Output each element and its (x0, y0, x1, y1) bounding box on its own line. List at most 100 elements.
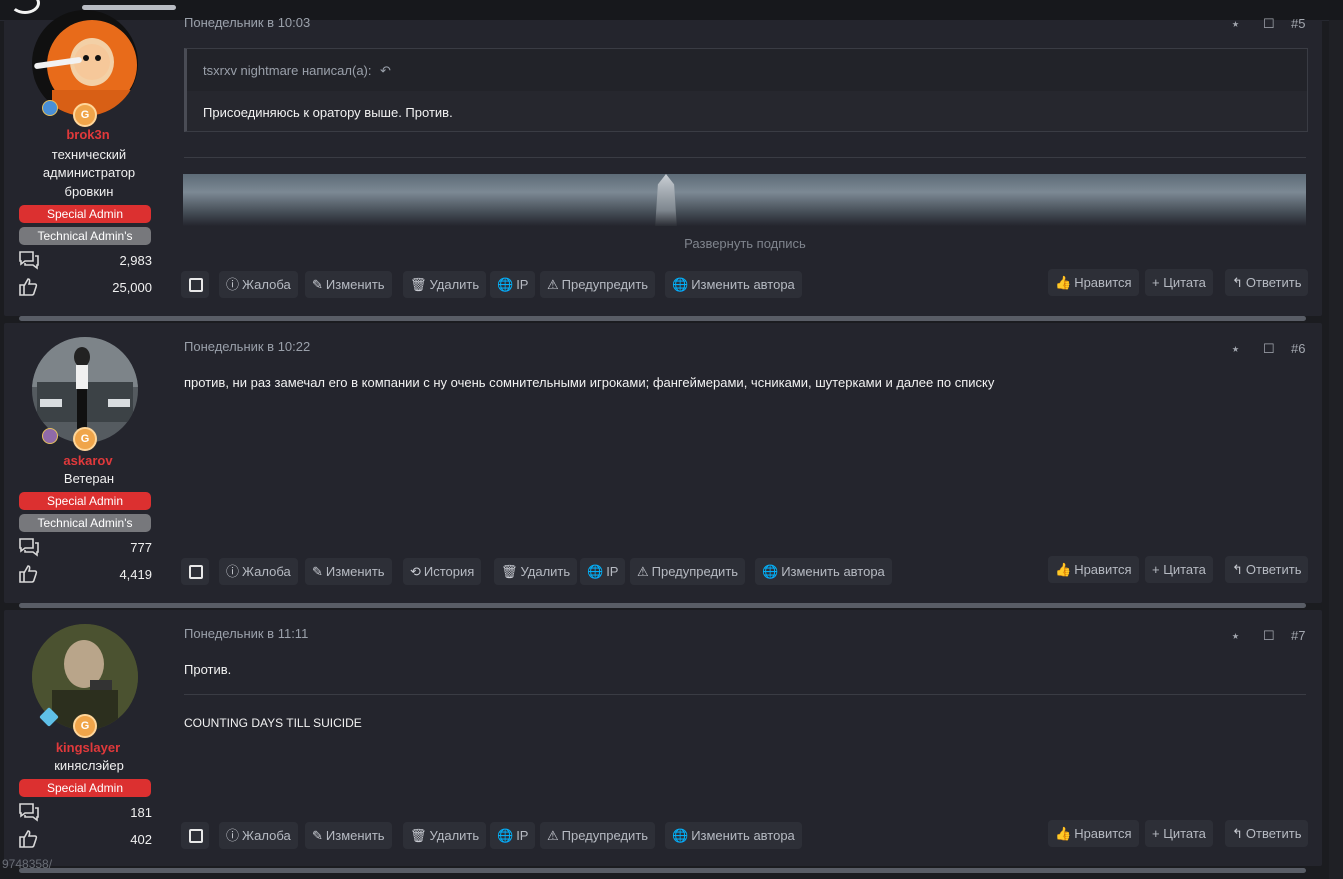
share-icon[interactable]: ⭑ (1232, 341, 1239, 357)
post-separator (19, 316, 1306, 321)
expand-signature-link[interactable]: Развернуть подпись (184, 236, 1306, 251)
globe-icon: 🌐 (672, 277, 689, 292)
button-label: + Цитата (1152, 826, 1206, 841)
tower-shape (655, 174, 677, 226)
quote-button[interactable]: + Цитата (1145, 820, 1213, 847)
username[interactable]: askarov (4, 453, 172, 468)
select-post-checkbox[interactable] (181, 558, 209, 585)
messages-icon (19, 538, 39, 557)
message-count-value: 777 (130, 540, 152, 555)
message-count: 777 (18, 536, 152, 558)
button-label: Удалить (429, 828, 480, 843)
username[interactable]: kingslayer (4, 740, 172, 755)
pencil-icon: ✎ (312, 564, 323, 579)
alert-circle-icon: ⓘ (226, 828, 240, 843)
thumbs-up-icon (19, 278, 38, 296)
quote-button[interactable]: + Цитата (1145, 269, 1213, 296)
delete-button[interactable]: 🗑 Удалить (494, 558, 578, 585)
history-button[interactable]: ⟲ История (403, 558, 482, 585)
like-button[interactable]: 👍 Нравится (1048, 269, 1139, 296)
ip-button[interactable]: 🌐 IP (490, 271, 536, 298)
username[interactable]: brok3n (4, 127, 172, 142)
button-label: Предупредить (561, 277, 649, 292)
role-badge: Technical Admin's (19, 227, 151, 245)
avatar-g-badge: G (73, 427, 97, 451)
warn-button[interactable]: ⚠ Предупредить (630, 558, 746, 585)
change-author-button[interactable]: 🌐 Изменить автора (665, 271, 802, 298)
messages-icon (19, 251, 39, 270)
page-scrollbar[interactable] (1329, 20, 1343, 879)
bookmark-icon[interactable]: ☐ (1263, 341, 1275, 357)
button-label: Изменить (325, 277, 385, 292)
delete-button[interactable]: 🗑 Удалить (403, 271, 487, 298)
ip-button[interactable]: 🌐 IP (490, 822, 536, 849)
warn-button[interactable]: ⚠ Предупредить (540, 271, 656, 298)
warn-button[interactable]: ⚠ Предупредить (540, 822, 656, 849)
button-label: Жалоба (242, 828, 291, 843)
post-number[interactable]: #7 (1291, 628, 1305, 643)
button-label: Предупредить (651, 564, 739, 579)
warning-triangle-icon: ⚠ (637, 564, 649, 579)
report-button[interactable]: ⓘ Жалоба (219, 558, 298, 585)
share-icon[interactable]: ⭑ (1232, 628, 1239, 644)
user-title-line: Ветеран (63, 471, 115, 486)
edit-button[interactable]: ✎ Изменить (305, 271, 392, 298)
post-number[interactable]: #6 (1291, 341, 1305, 356)
select-post-checkbox[interactable] (181, 271, 209, 298)
quote-button[interactable]: + Цитата (1145, 556, 1213, 583)
like-count-value: 4,419 (119, 567, 152, 582)
reply-button[interactable]: ↰ Ответить (1225, 556, 1309, 583)
reply-button[interactable]: ↰ Ответить (1225, 269, 1309, 296)
bookmark-icon[interactable]: ☐ (1263, 628, 1275, 644)
button-label: IP (516, 277, 529, 292)
report-button[interactable]: ⓘ Жалоба (219, 822, 298, 849)
quote-author: tsxrxv nightmare написал(а): (203, 63, 372, 78)
medal-badge-icon (42, 428, 58, 444)
like-count-value: 402 (130, 832, 152, 847)
edit-button[interactable]: ✎ Изменить (305, 558, 392, 585)
like-button[interactable]: 👍 Нравится (1048, 556, 1139, 583)
like-count-value: 25,000 (112, 280, 152, 295)
button-label: + Цитата (1152, 562, 1206, 577)
post-7-user: G kingslayer киняслэйер Special Admin 18… (4, 610, 172, 866)
post-date[interactable]: Понедельник в 10:03 (184, 15, 310, 30)
post-number[interactable]: #5 (1291, 16, 1305, 31)
progress-bar (82, 5, 176, 10)
button-label: Нравится (1074, 275, 1132, 290)
post-date[interactable]: Понедельник в 11:11 (184, 626, 308, 641)
like-count: 25,000 (18, 276, 152, 298)
reply-icon: ↰ (1232, 562, 1243, 577)
quote-header[interactable]: tsxrxv nightmare написал(а): ↶ (187, 49, 1307, 91)
post-5: G brok3n технический администратор бровк… (4, 10, 1322, 316)
like-button[interactable]: 👍 Нравится (1048, 820, 1139, 847)
bookmark-icon[interactable]: ☐ (1263, 16, 1275, 32)
change-author-button[interactable]: 🌐 Изменить автора (665, 822, 802, 849)
report-button[interactable]: ⓘ Жалоба (219, 271, 298, 298)
post-date[interactable]: Понедельник в 10:22 (184, 339, 310, 354)
history-icon: ⟲ (410, 564, 421, 579)
change-author-button[interactable]: 🌐 Изменить автора (755, 558, 892, 585)
reply-button[interactable]: ↰ Ответить (1225, 820, 1309, 847)
delete-button[interactable]: 🗑 Удалить (403, 822, 487, 849)
message-count-value: 2,983 (119, 253, 152, 268)
button-label: Удалить (520, 564, 571, 579)
select-post-checkbox[interactable] (181, 822, 209, 849)
user-title-line: администратор (42, 165, 136, 180)
edit-button[interactable]: ✎ Изменить (305, 822, 392, 849)
site-logo-icon[interactable] (10, 0, 40, 14)
signature-text: COUNTING DAYS TILL SUICIDE (184, 716, 362, 730)
like-count: 4,419 (18, 563, 152, 585)
post-5-user: G brok3n технический администратор бровк… (4, 10, 172, 316)
reply-icon: ↰ (1232, 826, 1243, 841)
share-icon[interactable]: ⭑ (1232, 16, 1239, 32)
trash-icon: 🗑 (410, 277, 427, 292)
post-7: G kingslayer киняслэйер Special Admin 18… (4, 610, 1322, 866)
ip-button[interactable]: 🌐 IP (580, 558, 626, 585)
post-separator (19, 603, 1306, 608)
quote-back-arrow-icon[interactable]: ↶ (380, 63, 391, 79)
warning-triangle-icon: ⚠ (547, 277, 559, 292)
message-count-value: 181 (130, 805, 152, 820)
thumbs-up-icon: 👍 (1055, 275, 1072, 290)
reply-icon: ↰ (1232, 275, 1243, 290)
role-badge: Special Admin (19, 205, 151, 223)
